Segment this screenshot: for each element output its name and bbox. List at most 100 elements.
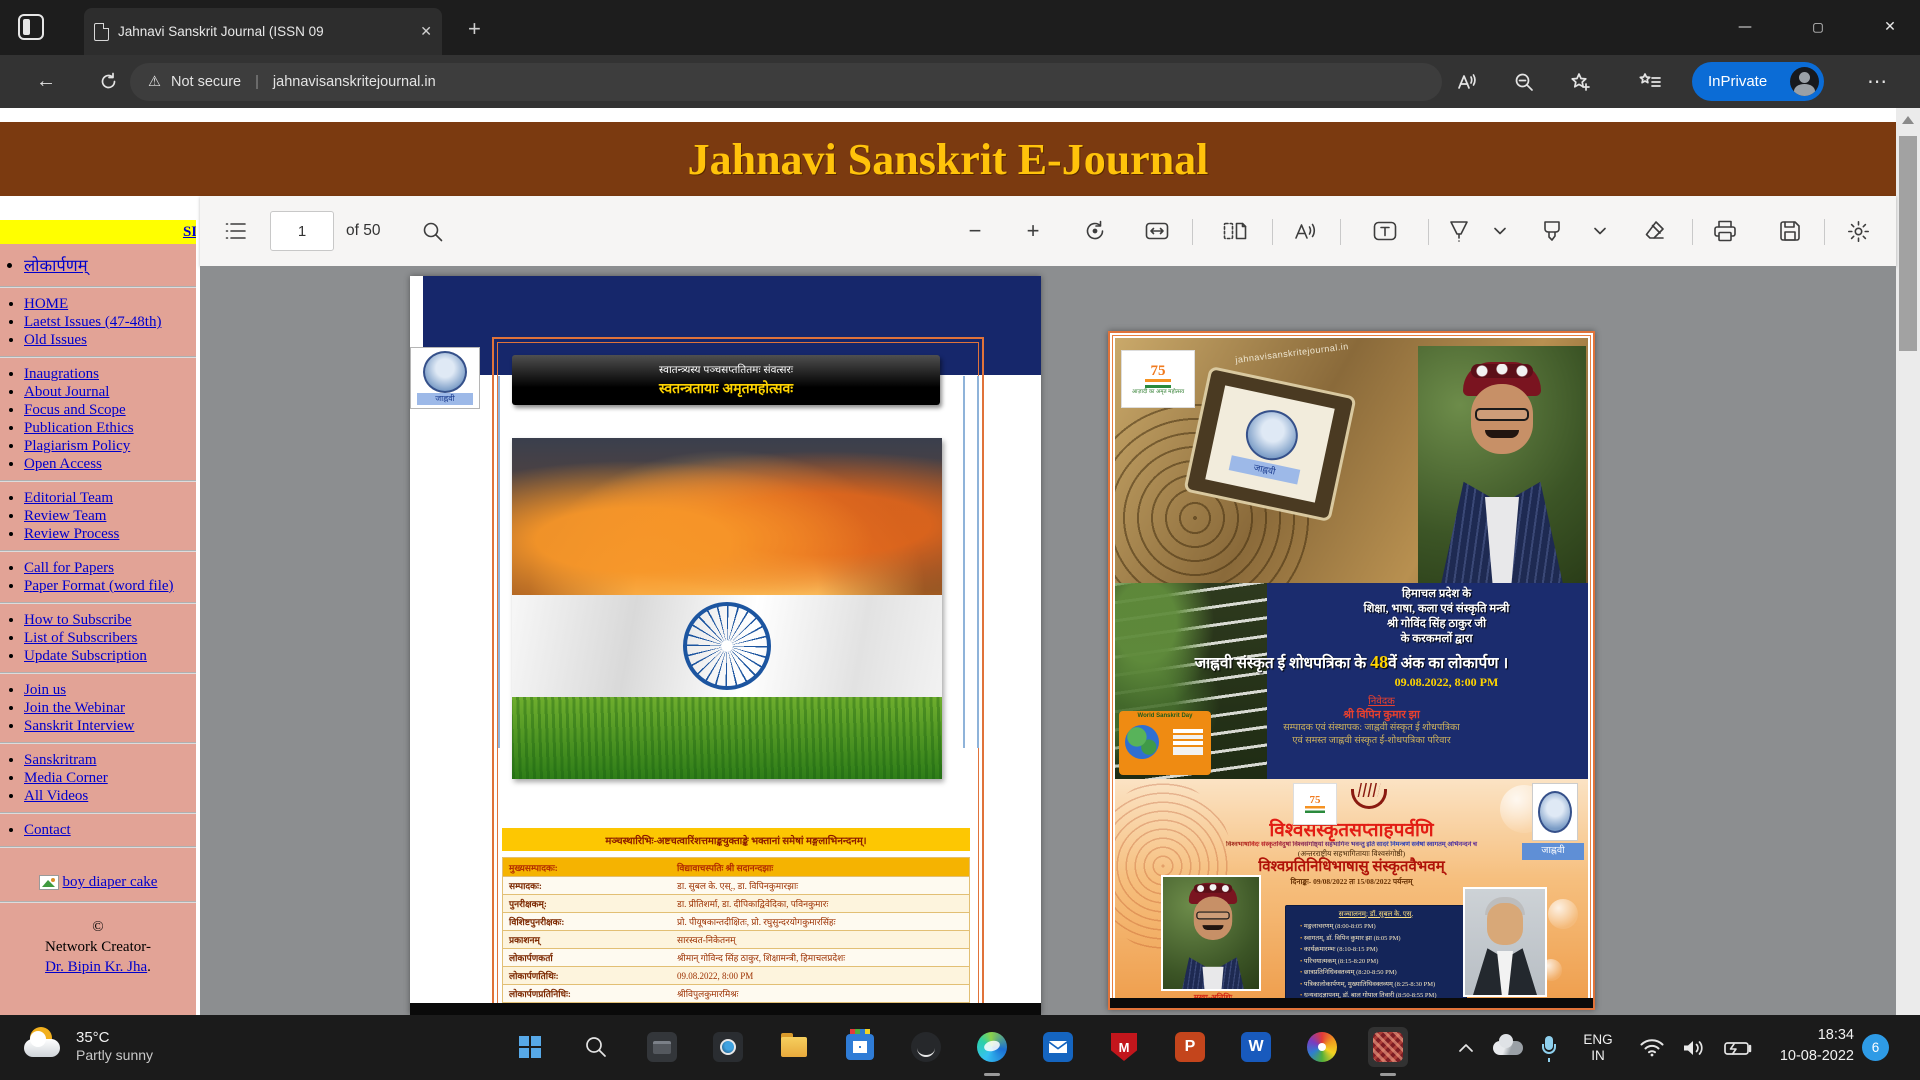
sidebar-link[interactable]: Sanskrit Interview (24, 718, 134, 734)
pdf-page-2: jahnavisanskritejournal.in जाह्नवी 75 आज… (1108, 331, 1595, 1010)
window-maximize-button[interactable]: ▢ (1796, 8, 1840, 46)
sidebar-link[interactable]: लोकार्पणम् (24, 256, 88, 275)
creator-link[interactable]: Dr. Bipin Kr. Jha (45, 959, 147, 975)
address-bar[interactable]: ⚠ Not secure | jahnavisanskritejournal.i… (130, 63, 1442, 101)
window-minimize-button[interactable]: — (1723, 8, 1767, 46)
pdf-draw-options-chevron-icon[interactable] (1484, 196, 1516, 266)
marquee-link[interactable]: SII (183, 224, 196, 241)
schedule-item: परिचयात्मकम् (8:15-8:20 PM) (1300, 956, 1460, 968)
sidebar-link[interactable]: Join us (24, 682, 66, 698)
microphone-icon[interactable] (1532, 1015, 1566, 1080)
battery-charging-icon[interactable] (1716, 1015, 1760, 1080)
pdf-zoom-in-icon[interactable]: + (1013, 196, 1053, 266)
start-button[interactable] (510, 1027, 550, 1067)
refresh-button[interactable] (88, 55, 128, 108)
inprivate-label: InPrivate (1708, 73, 1767, 90)
sidebar-link[interactable]: Editorial Team (24, 490, 113, 506)
pdf-print-icon[interactable] (1705, 196, 1745, 266)
security-label[interactable]: Not secure (171, 74, 241, 90)
notification-badge[interactable]: 6 (1862, 1034, 1889, 1061)
active-red-app-icon[interactable] (1368, 1027, 1408, 1067)
sidebar-link[interactable]: Paper Format (word file) (24, 578, 174, 594)
outlook-icon[interactable] (1038, 1027, 1078, 1067)
sidebar-link[interactable]: Media Corner (24, 770, 108, 786)
tab-close-icon[interactable]: ✕ (420, 24, 432, 40)
pdf-search-icon[interactable] (412, 196, 452, 266)
pdf-contents-icon[interactable] (216, 196, 256, 266)
color-wheel-app-icon[interactable] (1302, 1027, 1342, 1067)
sidebar-link[interactable]: Update Subscription (24, 648, 147, 664)
pdf-fit-width-icon[interactable] (1137, 196, 1177, 266)
sidebar-link[interactable]: Open Access (24, 456, 102, 472)
profile-avatar[interactable] (1790, 67, 1819, 96)
powerpoint-icon[interactable]: P (1170, 1027, 1210, 1067)
word-icon[interactable]: W (1236, 1027, 1276, 1067)
sidebar-link[interactable]: Plagiarism Policy (24, 438, 130, 454)
sidebar-link[interactable]: Focus and Scope (24, 402, 126, 418)
zoom-out-icon[interactable] (1504, 55, 1544, 108)
sidebar-link[interactable]: Join the Webinar (24, 700, 125, 716)
sidebar-link[interactable]: Old Issues (24, 332, 87, 348)
pdf-settings-gear-icon[interactable] (1838, 196, 1878, 266)
sidebar-link[interactable]: Publication Ethics (24, 420, 134, 436)
flag-fire-sky (512, 438, 942, 595)
pdf-page-1: जाह्नवी स्वातन्त्र्यस्य पञ्चसप्ततितमः सं… (410, 276, 1041, 1015)
read-aloud-icon[interactable] (1447, 55, 1487, 108)
pdf-page-view-icon[interactable] (1215, 196, 1255, 266)
sidebar-link[interactable]: Review Team (24, 508, 106, 524)
url-text[interactable]: jahnavisanskritejournal.in (273, 74, 436, 90)
scroll-up-icon[interactable] (1902, 116, 1914, 124)
wifi-icon[interactable] (1632, 1015, 1672, 1080)
collections-icon[interactable] (1630, 55, 1670, 108)
pdf-draw-icon[interactable] (1439, 196, 1479, 266)
scrollbar-thumb[interactable] (1899, 136, 1917, 351)
browser-tab[interactable]: Jahnavi Sanskrit Journal (ISSN 09 ✕ (84, 8, 442, 55)
sidebar-link[interactable]: Contact (24, 822, 71, 838)
volume-icon[interactable] (1674, 1015, 1714, 1080)
sidebar-link[interactable]: About Journal (24, 384, 109, 400)
dark-window-app-icon[interactable] (642, 1027, 682, 1067)
weather-widget[interactable]: 35°C Partly sunny (22, 1025, 153, 1067)
language-indicator[interactable]: ENG IN (1572, 1015, 1624, 1080)
page-scrollbar[interactable] (1896, 108, 1920, 1015)
pdf-highlight-icon[interactable] (1532, 196, 1572, 266)
mcafee-icon[interactable]: M (1104, 1027, 1144, 1067)
inprivate-badge[interactable]: InPrivate (1692, 62, 1824, 101)
new-tab-button[interactable]: + (468, 16, 481, 42)
broken-image-link[interactable]: boy diaper cake (63, 874, 158, 891)
onedrive-icon[interactable] (1488, 1015, 1528, 1080)
tab-actions-icon[interactable] (18, 14, 44, 40)
sidebar-link[interactable]: All Videos (24, 788, 88, 804)
sidebar-link[interactable]: List of Subscribers (24, 630, 137, 646)
taskbar-clock[interactable]: 18:34 10-08-2022 (1780, 1025, 1854, 1067)
sidebar-link[interactable]: Review Process (24, 526, 119, 542)
favorites-add-icon[interactable] (1560, 55, 1600, 108)
search-button[interactable] (576, 1027, 616, 1067)
tricolor-icon (1145, 379, 1171, 388)
pdf-erase-icon[interactable] (1635, 196, 1675, 266)
pdf-read-aloud-icon[interactable] (1285, 196, 1325, 266)
sidebar-link[interactable]: Inaugrations (24, 366, 99, 382)
edge-icon[interactable] (972, 1027, 1012, 1067)
pdf-zoom-out-icon[interactable]: − (955, 196, 995, 266)
back-button[interactable]: ← (26, 55, 66, 108)
pdf-save-icon[interactable] (1770, 196, 1810, 266)
schedule-box: सञ्चालनम्: डॉ. सुबल के. एस्. मङ्गलाचरणम्… (1285, 905, 1467, 1001)
sidebar-link[interactable]: Laetst Issues (47-48th) (24, 314, 161, 330)
pdf-highlight-options-chevron-icon[interactable] (1584, 196, 1616, 266)
file-explorer-icon[interactable] (774, 1027, 814, 1067)
show-hidden-icons-chevron[interactable] (1448, 1015, 1484, 1080)
pdf-page-number-input[interactable]: 1 (270, 211, 334, 251)
settings-menu-icon[interactable]: ⋯ (1856, 55, 1898, 108)
dark-circle-app-icon[interactable] (906, 1027, 946, 1067)
pdf-add-text-icon[interactable] (1365, 196, 1405, 266)
sidebar-link[interactable]: HOME (24, 296, 68, 312)
pdf-rotate-icon[interactable] (1075, 196, 1115, 266)
sidebar-link[interactable]: Call for Papers (24, 560, 114, 576)
window-close-button[interactable]: ✕ (1868, 8, 1912, 46)
microsoft-store-icon[interactable] (840, 1027, 880, 1067)
sidebar-link[interactable]: How to Subscribe (24, 612, 132, 628)
jahnavi-logo-emblem (1241, 405, 1302, 465)
camera-app-icon[interactable] (708, 1027, 748, 1067)
sidebar-link[interactable]: Sanskritram (24, 752, 97, 768)
